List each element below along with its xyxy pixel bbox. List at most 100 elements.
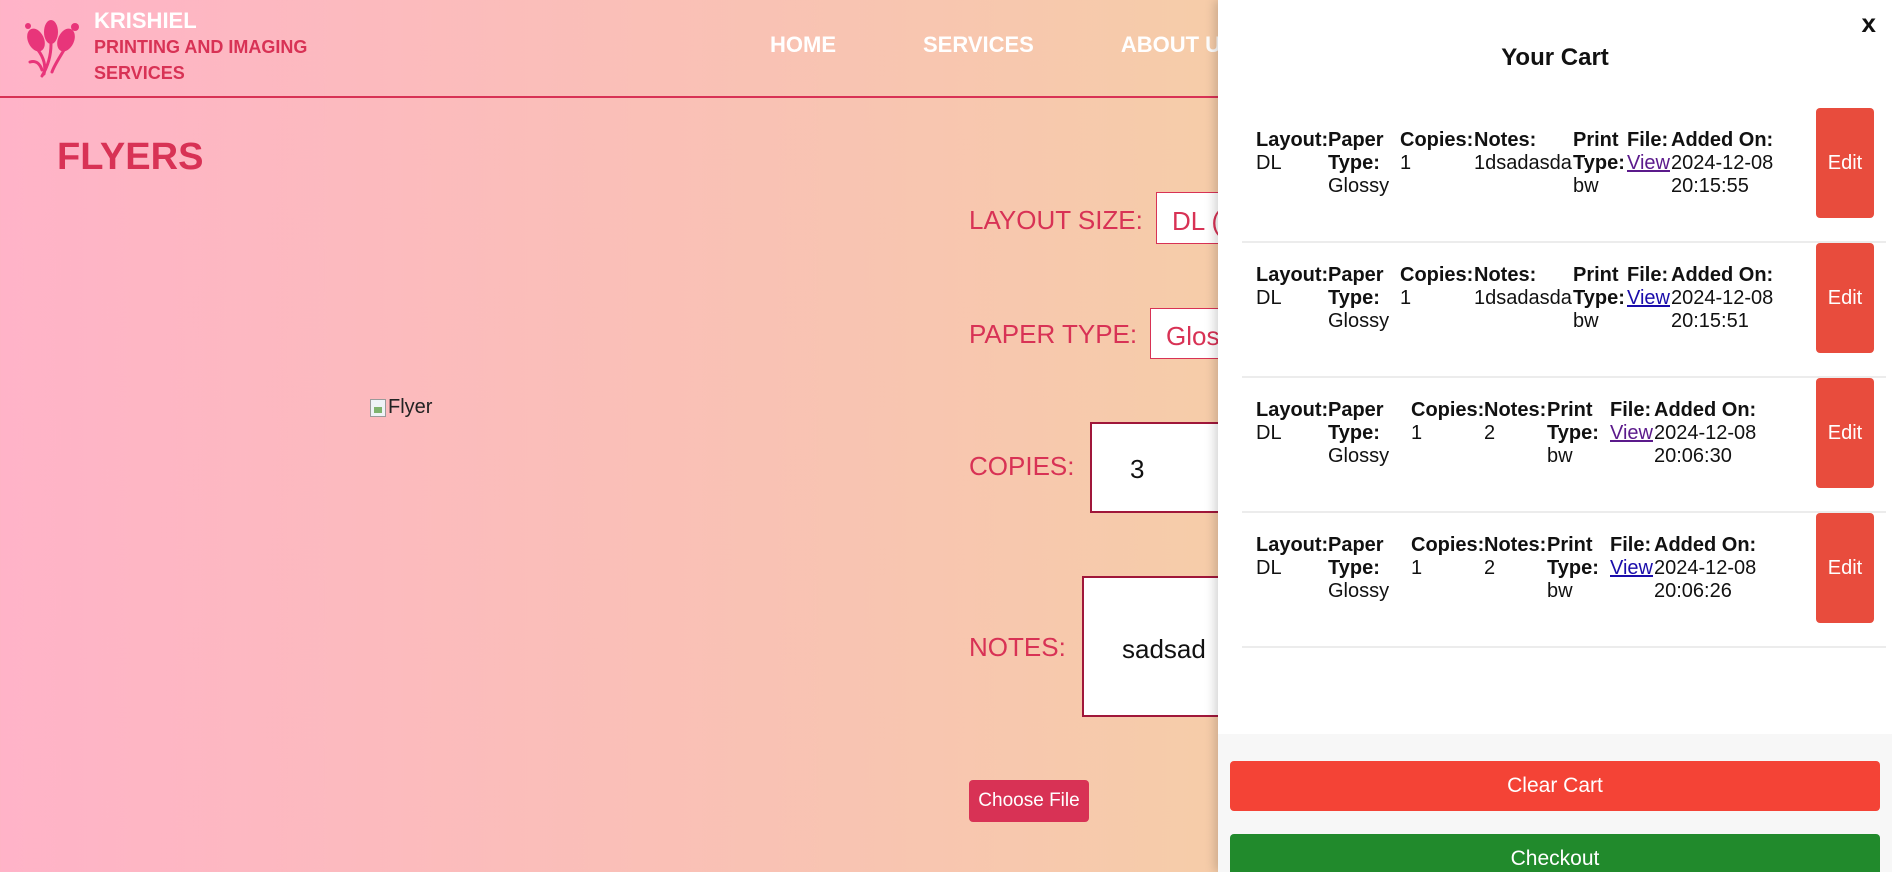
paper-type-label: PAPER TYPE: (969, 319, 1138, 349)
layout-size-selected-value: DL ( (1172, 206, 1221, 236)
cart-title: Your Cart (1501, 44, 1609, 71)
page-title: FLYERS (57, 136, 204, 178)
print-type-key-line-1: Print (1573, 129, 1619, 151)
cart-item-paper-type: Paper Type: Glossy (1328, 399, 1411, 468)
edit-button[interactable]: Edit (1816, 108, 1874, 218)
print-type-key-line-1: Print (1547, 534, 1593, 556)
paper-type-key-line-2: Type: (1328, 152, 1380, 174)
edit-button[interactable]: Edit (1816, 513, 1874, 623)
view-file-link[interactable]: View (1610, 557, 1653, 579)
view-file-link[interactable]: View (1610, 422, 1653, 444)
paper-type-key-line-1: Paper (1328, 399, 1384, 421)
copies-label: COPIES: (969, 451, 1075, 481)
cart-item: Layout: DL Paper Type: Glossy Copies: 1 … (1242, 243, 1886, 378)
cart-item-details: Layout: DL Paper Type: Glossy Copies: 1 … (1256, 534, 1764, 603)
cart-item-copies: Copies: 1 (1411, 399, 1484, 468)
paper-type-selected-value: Glos (1166, 321, 1220, 351)
notes-textarea[interactable]: sadsad (1082, 576, 1230, 717)
layout-value: DL (1256, 557, 1282, 579)
nav-services[interactable]: SERVICES (923, 32, 1034, 58)
nav-about-us[interactable]: ABOUT U (1121, 32, 1221, 58)
print-type-value: bw (1573, 175, 1599, 197)
copies-value: 1 (1400, 152, 1412, 174)
paper-type-key-line-1: Paper (1328, 264, 1384, 286)
added-on-key: Added On: (1671, 264, 1774, 286)
cart-item-copies: Copies: 1 (1411, 534, 1484, 603)
copies-key: Copies: (1400, 264, 1474, 286)
notes-value: 2 (1484, 422, 1496, 444)
cart-item-layout: Layout: DL (1256, 129, 1328, 198)
cart-item-layout: Layout: DL (1256, 534, 1328, 603)
cart-item-copies: Copies: 1 (1400, 129, 1474, 198)
notes-key: Notes: (1474, 129, 1537, 151)
cart-footer: Clear Cart Checkout (1218, 734, 1892, 872)
cart-item-print-type: Print Type: bw (1573, 129, 1627, 198)
cart-item-paper-type: Paper Type: Glossy (1328, 264, 1400, 333)
edit-button[interactable]: Edit (1816, 243, 1874, 353)
cart-item-print-type: Print Type: bw (1547, 399, 1610, 468)
copies-value: 1 (1411, 557, 1423, 579)
paper-type-key-line-2: Type: (1328, 287, 1380, 309)
copies-value: 1 (1411, 422, 1423, 444)
nav-home[interactable]: HOME (770, 32, 836, 58)
notes-value: 1dsadasda (1474, 152, 1572, 174)
view-file-link[interactable]: View (1627, 152, 1670, 174)
cart-item-notes: Notes: 2 (1484, 399, 1547, 468)
paper-type-key-line-1: Paper (1328, 534, 1384, 556)
choose-file-button[interactable]: Choose File (969, 780, 1089, 822)
cart-item-layout: Layout: DL (1256, 399, 1328, 468)
cart-item-file: File: View (1627, 129, 1671, 198)
notes-key: Notes: (1484, 399, 1547, 421)
added-on-date: 2024-12-08 (1671, 287, 1774, 309)
print-type-key-line-1: Print (1573, 264, 1619, 286)
print-type-key-line-1: Print (1547, 399, 1593, 421)
layout-value: DL (1256, 422, 1282, 444)
cart-item-file: File: View (1610, 534, 1654, 603)
cart-item-added-on: Added On: 2024-12-08 20:15:51 (1671, 264, 1781, 333)
print-type-key-line-2: Type: (1547, 422, 1599, 444)
flower-logo-icon[interactable] (18, 14, 84, 80)
print-type-value: bw (1547, 445, 1573, 467)
copies-key: Copies: (1411, 534, 1485, 556)
paper-type-value: Glossy (1328, 580, 1390, 602)
notes-value: 1dsadasda (1474, 287, 1572, 309)
copies-key: Copies: (1411, 399, 1485, 421)
cart-item-details: Layout: DL Paper Type: Glossy Copies: 1 … (1256, 264, 1781, 333)
layout-key: Layout: (1256, 399, 1329, 421)
cart-item-paper-type: Paper Type: Glossy (1328, 534, 1411, 603)
layout-key: Layout: (1256, 129, 1329, 151)
cart-items-list: Layout: DL Paper Type: Glossy Copies: 1 … (1242, 108, 1886, 648)
cart-item: Layout: DL Paper Type: Glossy Copies: 1 … (1242, 108, 1886, 243)
print-type-key-line-2: Type: (1573, 287, 1625, 309)
cart-item-notes: Notes: 2 (1484, 534, 1547, 603)
brand: KRISHIEL PRINTING AND IMAGING SERVICES (94, 8, 307, 86)
copies-input[interactable]: 3 (1090, 422, 1230, 513)
view-file-link[interactable]: View (1627, 287, 1670, 309)
close-icon[interactable]: x (1862, 8, 1876, 39)
added-on-time: 20:06:30 (1654, 445, 1732, 467)
checkout-button[interactable]: Checkout (1230, 834, 1880, 872)
flyer-preview-image: Flyer (370, 396, 432, 419)
clear-cart-button[interactable]: Clear Cart (1230, 761, 1880, 811)
cart-item: Layout: DL Paper Type: Glossy Copies: 1 … (1242, 378, 1886, 513)
cart-item-paper-type: Paper Type: Glossy (1328, 129, 1400, 198)
added-on-date: 2024-12-08 (1654, 422, 1757, 444)
layout-value: DL (1256, 152, 1282, 174)
notes-key: Notes: (1484, 534, 1547, 556)
cart-item: Layout: DL Paper Type: Glossy Copies: 1 … (1242, 513, 1886, 648)
cart-item-added-on: Added On: 2024-12-08 20:15:55 (1671, 129, 1781, 198)
cart-item-notes: Notes: 1dsadasda (1474, 129, 1573, 198)
copies-value: 1 (1400, 287, 1412, 309)
paper-type-value: Glossy (1328, 445, 1390, 467)
cart-item-details: Layout: DL Paper Type: Glossy Copies: 1 … (1256, 129, 1781, 198)
print-type-value: bw (1573, 310, 1599, 332)
cart-item-file: File: View (1627, 264, 1671, 333)
layout-value: DL (1256, 287, 1282, 309)
brand-subtitle-line-2: SERVICES (94, 63, 185, 83)
brand-name: KRISHIEL (94, 8, 197, 33)
notes-value: 2 (1484, 557, 1496, 579)
added-on-key: Added On: (1671, 129, 1774, 151)
cart-item-copies: Copies: 1 (1400, 264, 1474, 333)
copies-input-value: 3 (1130, 454, 1145, 484)
edit-button[interactable]: Edit (1816, 378, 1874, 488)
